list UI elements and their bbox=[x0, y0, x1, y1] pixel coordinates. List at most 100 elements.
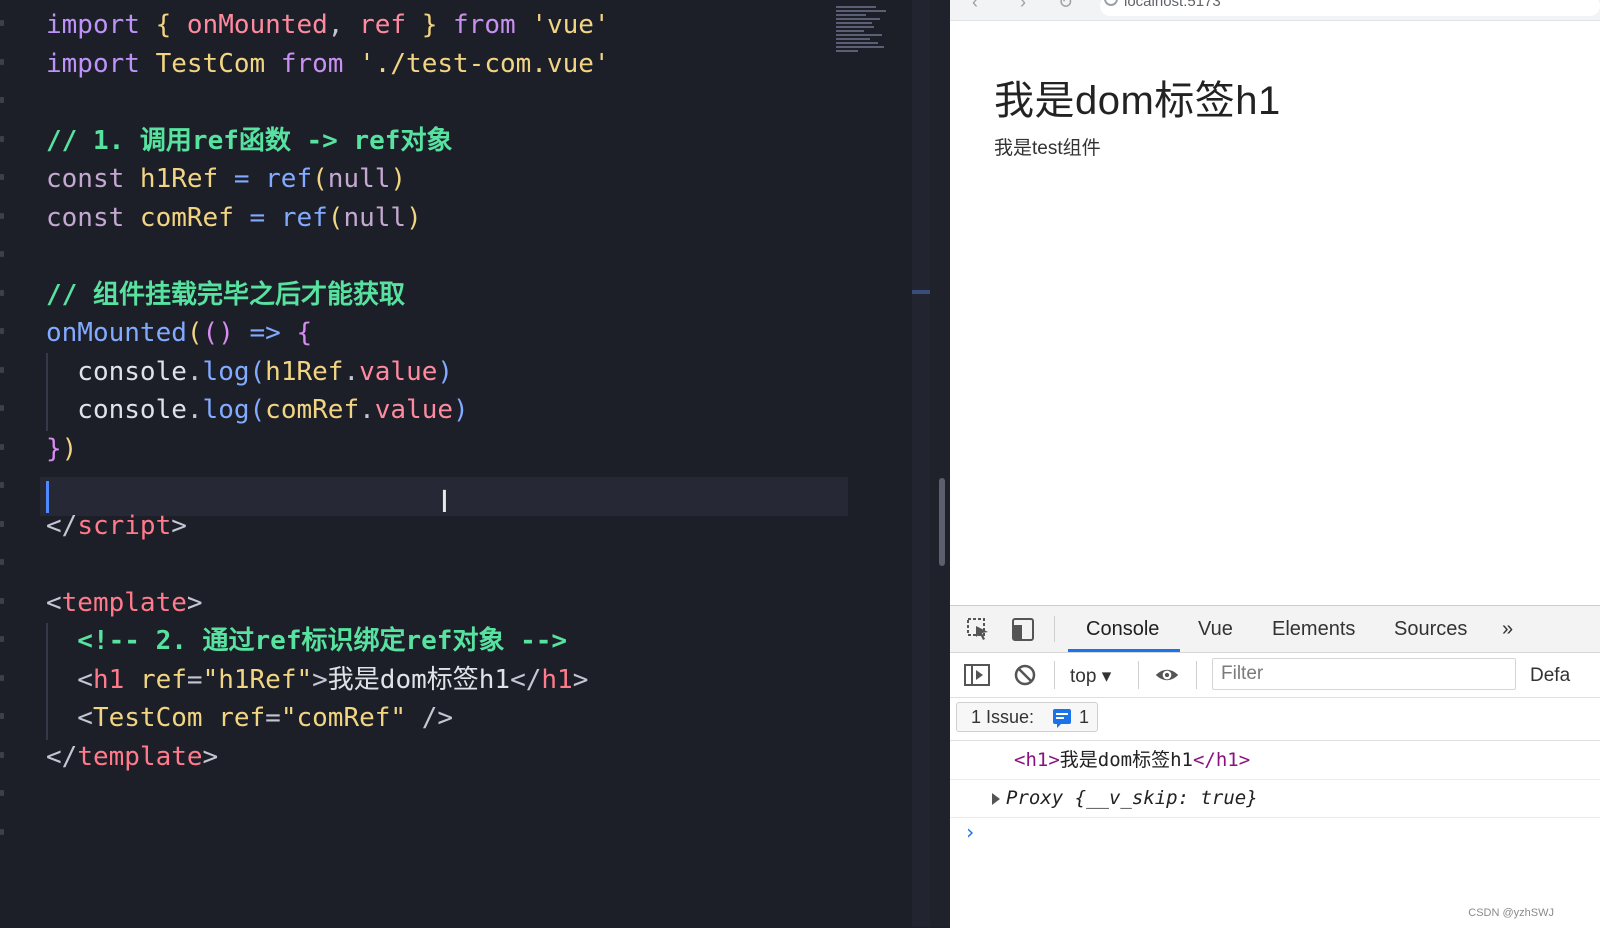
editor-scrollbar[interactable] bbox=[912, 0, 930, 927]
code-token: > bbox=[312, 664, 328, 695]
code-token: ) bbox=[61, 433, 78, 464]
back-icon[interactable]: ‹ bbox=[972, 0, 978, 13]
code-token: ( bbox=[249, 356, 266, 387]
code-token: './test-com.vue' bbox=[359, 48, 610, 79]
code-token: // 1. 调用ref函数 -> ref对象 bbox=[46, 125, 453, 156]
code-token: </ bbox=[510, 664, 542, 695]
code-token: > bbox=[171, 510, 187, 541]
browser-window: ‹ › ↻ localhost:5173 我是dom标签h1 我是test组件 … bbox=[950, 0, 1600, 928]
sidebar-toggle-icon[interactable] bbox=[964, 663, 990, 687]
tab-elements[interactable]: Elements bbox=[1272, 618, 1355, 641]
code-token: ref bbox=[280, 202, 328, 233]
page-text: 我是test组件 bbox=[994, 138, 1101, 159]
live-expression-eye-icon[interactable] bbox=[1154, 663, 1180, 687]
split-scroll-thumb[interactable] bbox=[939, 478, 945, 566]
text-cursor bbox=[46, 481, 49, 513]
address-bar[interactable]: localhost:5173 bbox=[1100, 0, 1600, 16]
code-line: </template> bbox=[46, 738, 218, 777]
code-token: > bbox=[202, 741, 219, 772]
console-message[interactable]: <h1>我是dom标签h1</h1> bbox=[950, 742, 1600, 780]
code-token: onMounted bbox=[186, 10, 328, 40]
address-text: localhost:5173 bbox=[1124, 0, 1221, 10]
code-token: ) bbox=[390, 164, 407, 194]
issues-button[interactable]: 1 Issue: 1 bbox=[956, 702, 1098, 732]
code-token: ref bbox=[265, 164, 313, 194]
watermark: CSDN @yzhSWJ bbox=[1468, 907, 1554, 919]
element-text: 我是dom标签h1 bbox=[1059, 749, 1193, 771]
code-token: TestCom bbox=[92, 703, 219, 733]
device-toolbar-icon[interactable] bbox=[1010, 617, 1036, 641]
code-token: value bbox=[359, 356, 438, 387]
code-token: ) bbox=[406, 202, 422, 233]
code-token: = bbox=[233, 164, 266, 194]
code-line: <h1 ref="h1Ref">我是dom标签h1</h1> bbox=[46, 661, 588, 700]
browser-toolbar: ‹ › ↻ localhost:5173 bbox=[950, 0, 1600, 21]
code-line: const h1Ref = ref(null) bbox=[46, 160, 406, 199]
code-token: const bbox=[46, 164, 140, 194]
site-info-icon[interactable] bbox=[1104, 0, 1118, 6]
log-levels-dropdown[interactable]: Defa bbox=[1530, 665, 1570, 687]
code-token: /> bbox=[406, 703, 454, 733]
code-line: <TestCom ref="comRef" /> bbox=[46, 699, 453, 738]
code-token: h1Ref bbox=[139, 164, 234, 194]
code-line: <template> bbox=[46, 584, 203, 623]
devtools-panel: Console Vue Elements Sources » top ▾ Fil… bbox=[950, 605, 1600, 928]
code-token: ref bbox=[139, 664, 187, 695]
context-selector[interactable]: top ▾ bbox=[1070, 665, 1111, 688]
code-token: script bbox=[77, 510, 172, 541]
code-line: import { onMounted, ref } from 'vue' bbox=[46, 6, 610, 45]
issues-label: 1 Issue: bbox=[971, 707, 1035, 727]
code-editor[interactable]: import { onMounted, ref } from 'vue' impo… bbox=[0, 0, 930, 927]
tab-console[interactable]: Console bbox=[1086, 618, 1159, 641]
code-token: . bbox=[343, 356, 360, 387]
minimap[interactable] bbox=[836, 6, 908, 66]
code-token: } bbox=[406, 10, 454, 40]
code-token: from bbox=[280, 48, 360, 79]
clear-console-icon[interactable] bbox=[1012, 663, 1038, 687]
console-toolbar: top ▾ Filter Defa bbox=[950, 653, 1600, 698]
code-token: ) bbox=[453, 395, 469, 425]
console-prompt-icon[interactable]: › bbox=[964, 820, 976, 844]
code-token: null bbox=[327, 164, 391, 194]
tab-vue[interactable]: Vue bbox=[1198, 618, 1233, 641]
active-tab-indicator bbox=[1068, 649, 1180, 652]
code-token: log bbox=[202, 395, 250, 425]
code-token: import bbox=[46, 48, 156, 79]
code-token: () bbox=[202, 318, 250, 348]
code-token: > bbox=[186, 587, 203, 618]
filter-input[interactable]: Filter bbox=[1212, 658, 1516, 690]
code-token: } bbox=[46, 433, 62, 464]
element-open-tag: <h1> bbox=[1014, 749, 1060, 771]
more-tabs-icon[interactable]: » bbox=[1502, 618, 1513, 641]
proxy-object: Proxy {__v_skip: true} bbox=[1006, 787, 1258, 809]
code-token: from bbox=[453, 10, 532, 40]
code-token: </ bbox=[46, 741, 78, 772]
code-token: => bbox=[249, 318, 297, 348]
code-line: console.log(h1Ref.value) bbox=[46, 353, 453, 392]
expand-triangle-icon[interactable] bbox=[992, 792, 1000, 805]
code-token: , bbox=[327, 10, 360, 40]
divider bbox=[1054, 616, 1055, 642]
code-token: = bbox=[249, 202, 281, 233]
code-line: <!-- 2. 通过ref标识绑定ref对象 --> bbox=[46, 622, 567, 661]
code-line: </script> bbox=[46, 507, 187, 546]
code-token: ) bbox=[437, 356, 454, 387]
code-token: value bbox=[374, 395, 454, 425]
forward-icon[interactable]: › bbox=[1020, 0, 1026, 13]
editor-scrollbar-thumb[interactable] bbox=[912, 290, 930, 294]
code-token: import bbox=[46, 10, 140, 40]
gutter bbox=[0, 0, 8, 927]
code-line: // 组件挂载完毕之后才能获取 bbox=[46, 276, 405, 315]
split-divider[interactable] bbox=[930, 0, 950, 927]
issues-bar: 1 Issue: 1 bbox=[950, 698, 1600, 741]
console-message[interactable]: Proxy {__v_skip: true} bbox=[950, 780, 1600, 818]
tab-sources[interactable]: Sources bbox=[1394, 618, 1467, 641]
reload-icon[interactable]: ↻ bbox=[1058, 0, 1073, 13]
code-token: template bbox=[61, 587, 187, 618]
code-line: const comRef = ref(null) bbox=[46, 199, 422, 238]
inspect-element-icon[interactable] bbox=[966, 617, 992, 641]
code-token: . bbox=[359, 395, 375, 425]
issue-message-icon bbox=[1053, 709, 1071, 728]
code-token: TestCom bbox=[155, 48, 281, 79]
code-token: < bbox=[46, 703, 93, 733]
